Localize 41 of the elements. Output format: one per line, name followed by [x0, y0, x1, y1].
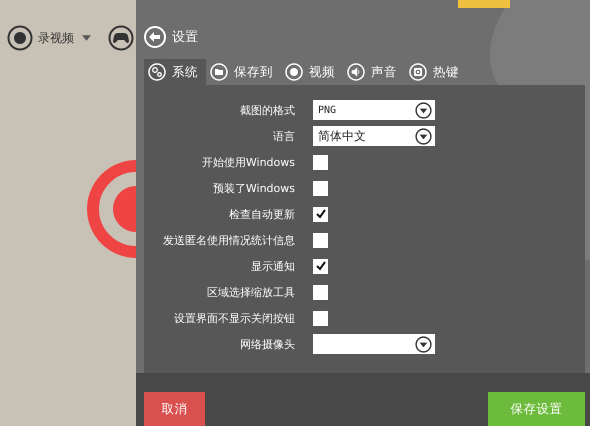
setting-label: 检查自动更新: [228, 206, 295, 222]
key-icon: [409, 63, 427, 81]
setting-label: 设置界面不显示关闭按钮: [173, 310, 295, 326]
setting-label: 显示通知: [250, 258, 295, 274]
setting-label: 截图的格式: [239, 102, 295, 118]
dropdown-field[interactable]: PNG: [313, 100, 435, 120]
checkbox[interactable]: [313, 232, 328, 248]
setting-label: 区域选择缩放工具: [206, 284, 295, 300]
checkbox[interactable]: [313, 310, 328, 326]
caret-icon[interactable]: [82, 35, 91, 41]
settings-title: 设置: [172, 29, 198, 46]
record-icon[interactable]: [7, 25, 33, 51]
checkmark-icon: [316, 261, 326, 271]
record-icon: [285, 63, 303, 81]
settings-tab[interactable]: 保存到: [206, 59, 281, 85]
settings-tab[interactable]: 系统: [144, 59, 206, 85]
dropdown-value: PNG: [318, 104, 336, 116]
checkbox[interactable]: [313, 258, 328, 274]
setting-label: 网络摄像头: [239, 336, 295, 352]
gears-icon: [148, 63, 166, 81]
checkbox[interactable]: [313, 154, 328, 170]
cancel-button[interactable]: 取消: [144, 392, 205, 426]
dropdown-field[interactable]: [313, 334, 435, 354]
gamepad-icon[interactable]: [108, 25, 134, 51]
record-mode-label[interactable]: 录视频: [38, 30, 74, 46]
checkmark-icon: [316, 209, 326, 219]
setting-label: 发送匿名使用情况统计信息: [162, 232, 295, 248]
dropdown-value: 简体中文: [318, 128, 366, 144]
checkbox[interactable]: [313, 206, 328, 222]
checkbox[interactable]: [313, 180, 328, 196]
checkbox[interactable]: [313, 284, 328, 300]
setting-label: 语言: [272, 128, 295, 144]
dropdown-field[interactable]: 简体中文: [313, 126, 435, 146]
setting-label: 预装了Windows: [212, 180, 295, 196]
settings-tab[interactable]: 视频: [281, 59, 343, 85]
back-icon[interactable]: [144, 26, 166, 48]
settings-tab[interactable]: 声音: [343, 59, 405, 85]
settings-tab[interactable]: 热键: [405, 59, 467, 85]
folder-icon: [210, 63, 228, 81]
setting-label: 开始使用Windows: [200, 154, 295, 170]
speaker-icon: [347, 63, 365, 81]
